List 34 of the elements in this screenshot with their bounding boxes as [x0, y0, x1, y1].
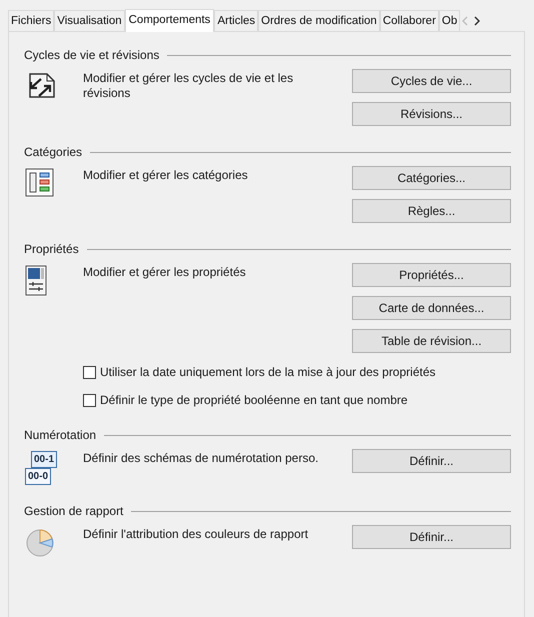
- categories-icon: [25, 168, 55, 198]
- section-description: Modifier et gérer les catégories: [83, 167, 249, 184]
- section-description: Définir l'attribution des couleurs de rapport: [83, 526, 310, 543]
- dialog-button[interactable]: Carte de données...: [352, 296, 511, 320]
- properties-icon: [25, 265, 47, 296]
- dialog-button[interactable]: Définir...: [352, 449, 511, 473]
- tab[interactable]: Comportements: [124, 9, 214, 32]
- dialog-button[interactable]: Table de révision...: [352, 329, 511, 353]
- section-heading: Cycles de vie et révisions: [24, 47, 160, 64]
- section-description: Modifier et gérer les propriétés: [83, 264, 247, 281]
- section-heading: Numérotation: [24, 427, 96, 444]
- dialog-button[interactable]: Propriétés...: [352, 263, 511, 287]
- section-heading: Catégories: [24, 144, 82, 161]
- dialog-button[interactable]: Révisions...: [352, 102, 511, 126]
- scroll-right-icon[interactable]: [474, 16, 480, 26]
- dialog-button[interactable]: Règles...: [352, 199, 511, 223]
- section-heading: Gestion de rapport: [24, 503, 124, 520]
- dialog-button[interactable]: Cycles de vie...: [352, 69, 511, 93]
- tab[interactable]: Collaborer: [380, 10, 439, 31]
- tab[interactable]: Ob: [438, 10, 460, 31]
- section-description: Modifier et gérer les cycles de vie et les révisions: [83, 70, 294, 102]
- checkbox-label: Définir le type de propriété booléenne en tant que nombre: [100, 392, 408, 409]
- dialog-button[interactable]: Définir...: [352, 525, 511, 549]
- tab[interactable]: Ordres de modification: [258, 10, 380, 31]
- pie-chart-icon: [25, 527, 55, 557]
- section-heading: Propriétés: [24, 241, 79, 258]
- tab[interactable]: Visualisation: [54, 10, 125, 31]
- checkbox-label: Utiliser la date uniquement lors de la mise à jour des propriétés: [100, 364, 436, 381]
- checkbox[interactable]: [83, 394, 96, 406]
- section-description: Définir des schémas de numérotation perso.: [83, 450, 320, 467]
- dialog-button[interactable]: Catégories...: [352, 166, 511, 190]
- checkbox[interactable]: [83, 366, 96, 378]
- tab[interactable]: Fichiers: [8, 10, 54, 31]
- tab[interactable]: Articles: [214, 10, 258, 31]
